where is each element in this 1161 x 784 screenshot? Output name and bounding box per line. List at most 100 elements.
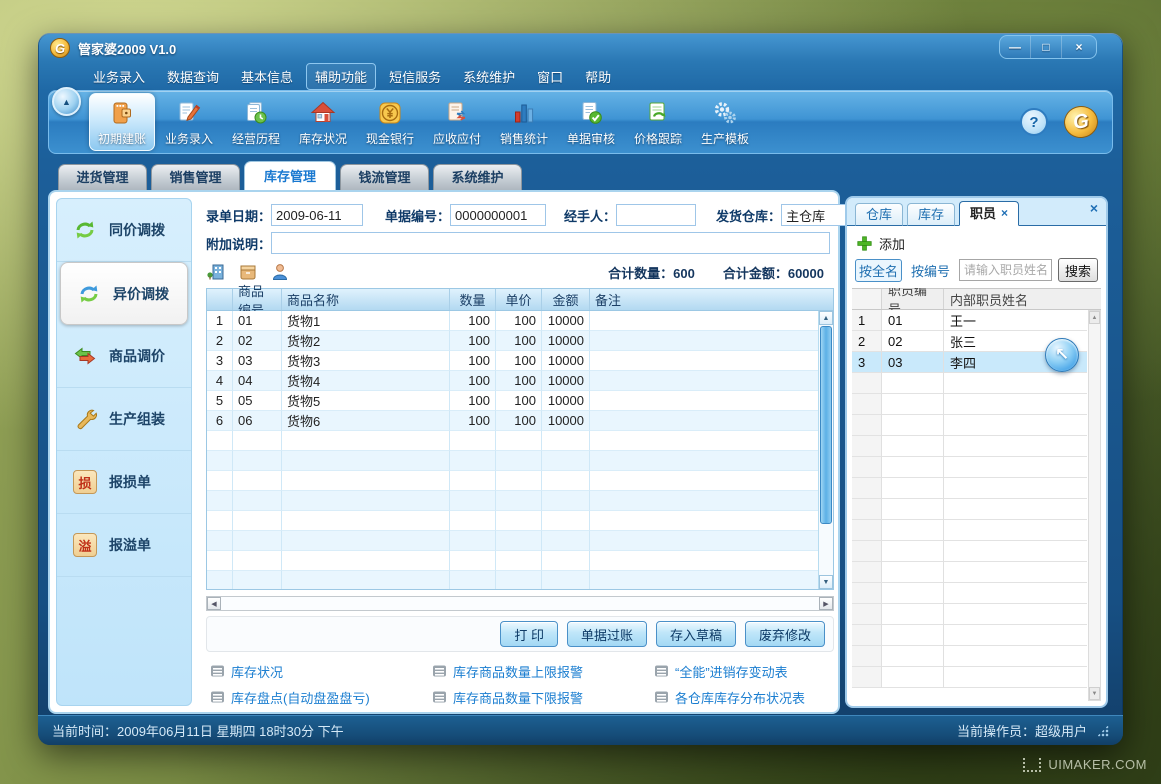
table-row-empty[interactable] [207, 551, 818, 571]
table-row[interactable]: 606货物610010010000 [207, 411, 818, 431]
filter-by-fullname[interactable]: 按全名 [855, 259, 902, 282]
staff-row-empty[interactable] [852, 646, 1087, 667]
table-row[interactable]: 202货物210010010000 [207, 331, 818, 351]
tab-system-maintenance[interactable]: 系统维护 [433, 164, 522, 190]
staff-person-icon[interactable] [270, 262, 290, 282]
scroll-up-icon[interactable]: ▲ [1089, 311, 1100, 324]
table-row[interactable]: 404货物410010010000 [207, 371, 818, 391]
sidebar-item-loss-report[interactable]: 损 报损单 [57, 451, 191, 514]
tab-purchase-management[interactable]: 进货管理 [58, 164, 147, 190]
menu-item-sms-service[interactable]: 短信服务 [380, 63, 450, 90]
table-row-empty[interactable] [207, 531, 818, 551]
staff-table-scrollbar[interactable]: ▲ ▼ [1088, 310, 1101, 701]
staff-row-empty[interactable] [852, 583, 1087, 604]
table-row[interactable]: 101货物110010010000 [207, 311, 818, 331]
scroll-left-icon[interactable]: ◀ [207, 597, 221, 610]
print-button[interactable]: 打 印 [500, 621, 558, 647]
staff-row-empty[interactable] [852, 415, 1087, 436]
menu-item-window[interactable]: 窗口 [528, 63, 572, 90]
minimize-button[interactable]: — [1000, 36, 1031, 58]
scroll-down-icon[interactable]: ▼ [819, 575, 833, 589]
help-icon[interactable]: ? [1020, 108, 1048, 136]
panel-close-icon[interactable]: × [1090, 201, 1098, 215]
staff-row-empty[interactable] [852, 562, 1087, 583]
scrollbar-thumb[interactable] [820, 326, 832, 524]
menu-item-data-query[interactable]: 数据查询 [158, 63, 228, 90]
date-input[interactable] [271, 204, 363, 226]
filter-by-code[interactable]: 按编号 [908, 260, 953, 281]
add-staff-button[interactable]: 添加 [857, 232, 905, 254]
tab-sales-management[interactable]: 销售管理 [151, 164, 240, 190]
staff-row-empty[interactable] [852, 394, 1087, 415]
sidebar-item-same-price-transfer[interactable]: 同价调拨 [57, 199, 191, 262]
collapse-toolbar-icon[interactable]: ▲ [52, 87, 81, 116]
menu-item-aux-functions[interactable]: 辅助功能 [306, 63, 376, 90]
panel-tab-warehouse[interactable]: 仓库 [855, 203, 903, 226]
menu-item-business-entry[interactable]: 业务录入 [84, 63, 154, 90]
table-vertical-scrollbar[interactable]: ▲ ▼ [818, 311, 833, 589]
maximize-button[interactable]: □ [1031, 36, 1062, 58]
post-document-button[interactable]: 单据过账 [567, 621, 647, 647]
close-button[interactable]: × [1062, 36, 1096, 58]
scroll-right-icon[interactable]: ▶ [819, 597, 833, 610]
note-input[interactable] [271, 232, 830, 254]
title-bar[interactable]: G 管家婆2009 V1.0 — □ × [38, 33, 1123, 63]
staff-row-empty[interactable] [852, 667, 1087, 688]
toolbar-business-entry[interactable]: 业务录入 [156, 93, 222, 151]
staff-row-empty[interactable] [852, 457, 1087, 478]
sidebar-item-production-assembly[interactable]: 生产组装 [57, 388, 191, 451]
table-row[interactable]: 303货物310010010000 [207, 351, 818, 371]
sidebar-item-price-adjustment[interactable]: 商品调价 [57, 325, 191, 388]
scroll-up-icon[interactable]: ▲ [819, 311, 833, 325]
stock-box-icon[interactable] [238, 262, 258, 282]
staff-row-empty[interactable] [852, 604, 1087, 625]
toolbar-price-tracking[interactable]: 价格跟踪 [625, 93, 691, 151]
staff-row-empty[interactable] [852, 541, 1087, 562]
handler-input[interactable] [616, 204, 696, 226]
link-omni-flow-report[interactable]: “全能”进销存变动表 [654, 662, 834, 681]
panel-tab-stock[interactable]: 库存 [907, 203, 955, 226]
staff-row-empty[interactable] [852, 625, 1087, 646]
tab-cashflow-management[interactable]: 钱流管理 [340, 164, 429, 190]
toolbar-document-audit[interactable]: 单据审核 [558, 93, 624, 151]
doc-no-input[interactable] [450, 204, 546, 226]
link-stock-status[interactable]: 库存状况 [210, 662, 432, 681]
scroll-down-icon[interactable]: ▼ [1089, 687, 1100, 700]
sidebar-item-diff-price-transfer[interactable]: 异价调拨 [60, 262, 188, 325]
table-row-empty[interactable] [207, 471, 818, 491]
toolbar-sales-stats[interactable]: 销售统计 [491, 93, 557, 151]
toolbar-business-history[interactable]: 经营历程 [223, 93, 289, 151]
toolbar-production-template[interactable]: 生产模板 [692, 93, 758, 151]
menu-item-help[interactable]: 帮助 [576, 63, 620, 90]
link-stock-taking[interactable]: 库存盘点(自动盘盈盘亏) [210, 688, 432, 707]
warehouse-building-icon[interactable] [206, 262, 226, 282]
staff-row-empty[interactable] [852, 478, 1087, 499]
table-row-empty[interactable] [207, 491, 818, 511]
staff-row[interactable]: 101王一 [852, 310, 1087, 331]
link-stock-lower-limit-alert[interactable]: 库存商品数量下限报警 [432, 688, 654, 707]
sidebar-item-overflow-report[interactable]: 溢 报溢单 [57, 514, 191, 577]
staff-row-empty[interactable] [852, 520, 1087, 541]
staff-row-empty[interactable] [852, 436, 1087, 457]
table-row-empty[interactable] [207, 451, 818, 471]
staff-row-empty[interactable] [852, 373, 1087, 394]
tab-inventory-management[interactable]: 库存管理 [244, 161, 336, 190]
table-row-empty[interactable] [207, 431, 818, 451]
discard-changes-button[interactable]: 废弃修改 [745, 621, 825, 647]
menu-item-basic-info[interactable]: 基本信息 [232, 63, 302, 90]
toolbar-initial-setup[interactable]: 初期建账 [89, 93, 155, 151]
table-row[interactable]: 505货物510010010000 [207, 391, 818, 411]
toolbar-receivables-payables[interactable]: 应收应付 [424, 93, 490, 151]
search-button[interactable]: 搜索 [1058, 258, 1098, 282]
table-row-empty[interactable] [207, 571, 818, 589]
table-row-empty[interactable] [207, 511, 818, 531]
tab-close-icon[interactable]: × [1001, 203, 1008, 224]
menu-item-system-maintenance[interactable]: 系统维护 [454, 63, 524, 90]
staff-search-input[interactable] [959, 259, 1052, 281]
resize-grip[interactable] [1097, 725, 1109, 737]
toolbar-cash-bank[interactable]: 现金银行 [357, 93, 423, 151]
toolbar-stock-status[interactable]: 库存状况 [290, 93, 356, 151]
link-stock-upper-limit-alert[interactable]: 库存商品数量上限报警 [432, 662, 654, 681]
panel-tab-staff[interactable]: 职员 × [959, 201, 1019, 226]
staff-row-empty[interactable] [852, 499, 1087, 520]
